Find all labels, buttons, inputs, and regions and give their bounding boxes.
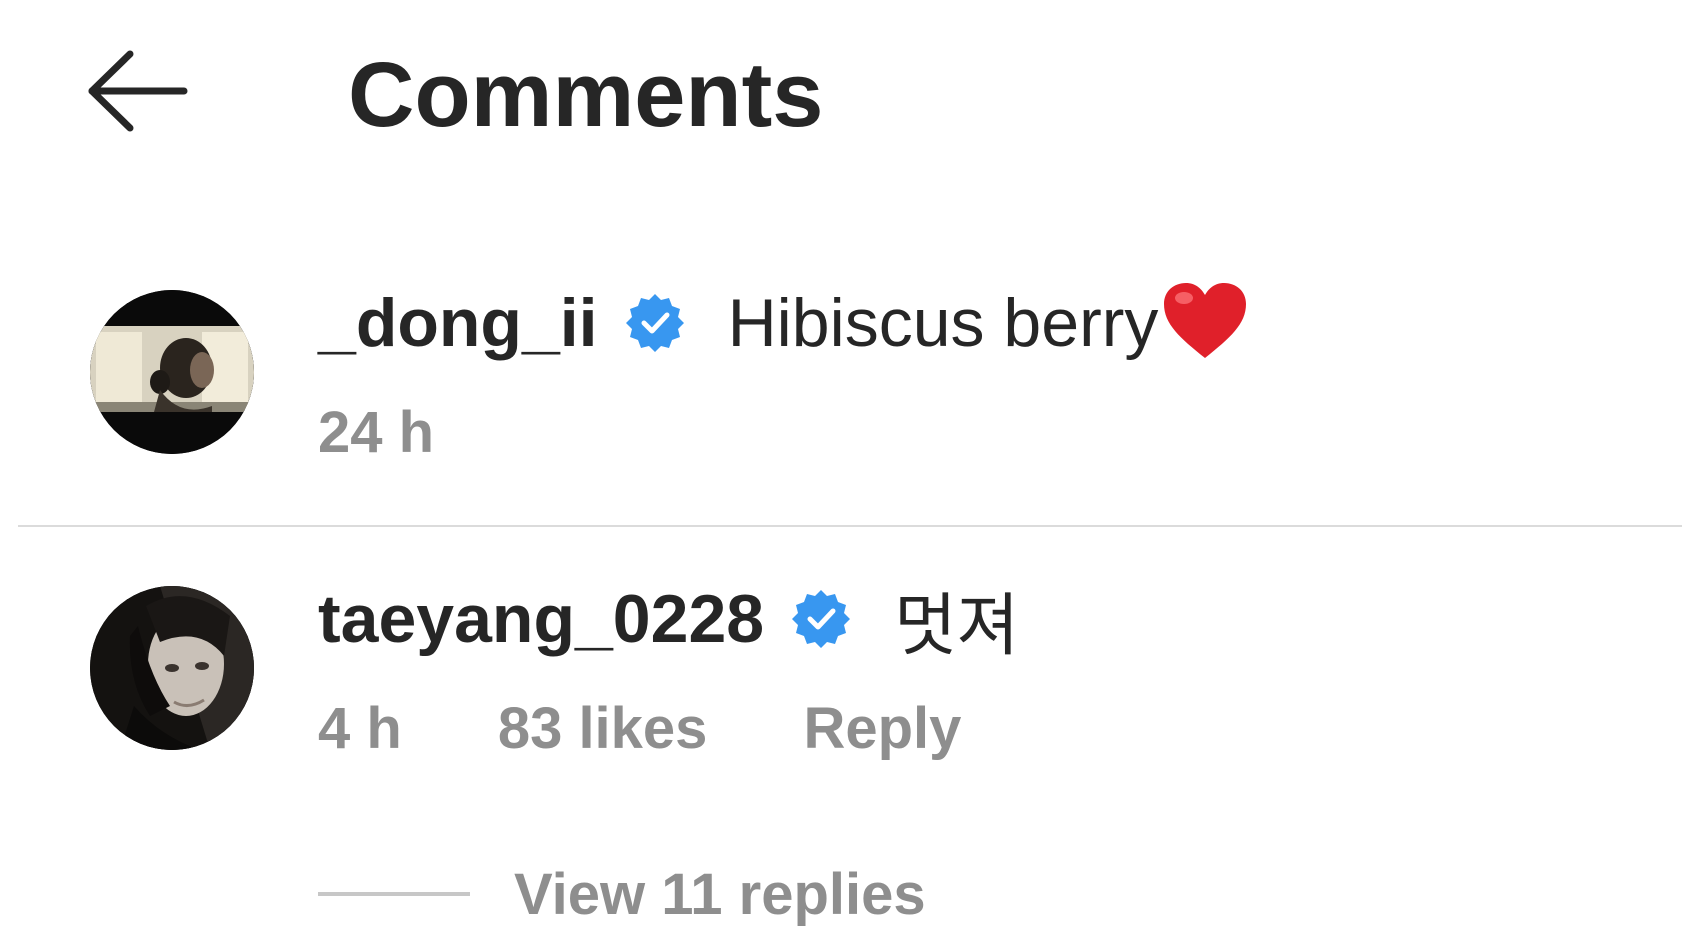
view-replies-button[interactable]: View 11 replies — [318, 861, 926, 927]
comment-text: 멋져 — [894, 587, 1020, 664]
username[interactable]: taeyang_0228 — [318, 580, 764, 658]
avatar-image — [90, 290, 254, 454]
likes-count[interactable]: 83 likes — [498, 695, 708, 762]
divider — [18, 525, 1682, 527]
verified-badge-icon — [790, 588, 852, 650]
header: Comments — [0, 0, 1682, 190]
timestamp: 4 h — [318, 695, 402, 761]
verified-badge-icon — [624, 292, 686, 354]
username[interactable]: _dong_ii — [318, 284, 598, 362]
avatar[interactable] — [90, 586, 254, 750]
comment-body: taeyang_0228 멋져 — [318, 574, 1019, 664]
comment-meta: 4 h 83 likes Reply — [318, 688, 1057, 768]
avatar[interactable] — [90, 290, 254, 454]
view-replies-label: View 11 replies — [514, 861, 926, 927]
comment-text: Hibiscus berry — [727, 285, 1159, 361]
comment-body: _dong_ii Hibiscus berry — [318, 278, 1250, 368]
replies-rule — [318, 892, 470, 896]
timestamp: 24 h — [318, 399, 435, 465]
comment-meta: 24 h — [318, 392, 530, 472]
page-title: Comments — [348, 44, 824, 146]
reply-button[interactable]: Reply — [803, 695, 961, 762]
avatar-image — [90, 586, 254, 750]
arrow-left-icon — [88, 50, 188, 132]
back-button[interactable] — [88, 48, 188, 134]
red-heart-icon — [1160, 280, 1250, 362]
